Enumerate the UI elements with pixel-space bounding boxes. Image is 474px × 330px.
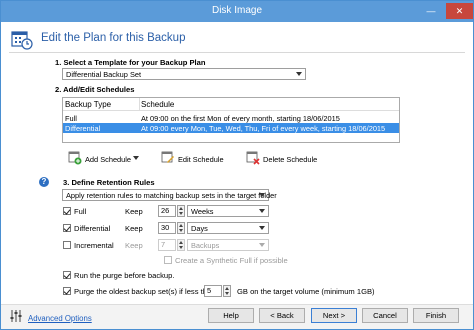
keep-label: Keep — [125, 224, 143, 233]
chevron-down-icon — [259, 226, 265, 230]
purge-gb-suffix: GB on the target volume (minimum 1GB) — [237, 287, 375, 296]
chevron-down-icon — [259, 193, 265, 197]
purge-gb-stepper[interactable] — [223, 285, 231, 297]
full-keep-stepper[interactable] — [177, 205, 185, 217]
table-row[interactable]: Full At 09:00 on the first Mon of every … — [63, 113, 399, 123]
incremental-unit-dropdown[interactable]: Backups — [187, 239, 269, 251]
column-header-type[interactable]: Backup Type — [65, 100, 111, 109]
add-calendar-icon — [68, 151, 82, 165]
cancel-button[interactable]: Cancel — [362, 308, 408, 323]
incremental-unit-value: Backups — [191, 241, 220, 250]
close-button[interactable]: ✕ — [446, 3, 473, 19]
chevron-down-icon[interactable] — [133, 156, 139, 160]
advanced-options-link[interactable]: Advanced Options — [28, 314, 92, 323]
next-button[interactable]: Next > — [311, 308, 357, 323]
keep-label: Keep — [125, 207, 143, 216]
minimize-button[interactable]: — — [420, 3, 442, 19]
table-row-selected[interactable]: Differential At 09:00 every Mon, Tue, We… — [63, 123, 399, 133]
row-schedule: At 09:00 every Mon, Tue, Wed, Thu, Fri o… — [141, 124, 386, 133]
differential-checkbox[interactable] — [63, 224, 71, 232]
purge-gb-input[interactable]: 5 — [204, 285, 222, 297]
calendar-icon — [11, 31, 33, 50]
help-button[interactable]: Help — [208, 308, 254, 323]
add-schedule-button[interactable]: Add Schedule — [68, 150, 146, 166]
row-type: Full — [65, 114, 77, 123]
full-unit-value: Weeks — [191, 207, 214, 216]
template-value: Differential Backup Set — [66, 70, 142, 79]
edit-calendar-icon — [161, 151, 174, 163]
column-header-schedule[interactable]: Schedule — [141, 100, 174, 109]
chevron-down-icon — [296, 72, 302, 76]
column-divider[interactable] — [139, 98, 140, 110]
page-title: Edit the Plan for this Backup — [41, 32, 186, 44]
chevron-down-icon — [259, 209, 265, 213]
delete-schedule-button[interactable]: Delete Schedule — [246, 150, 318, 166]
template-dropdown[interactable]: Differential Backup Set — [62, 68, 306, 80]
differential-unit-dropdown[interactable]: Days — [187, 222, 269, 234]
differential-keep-input[interactable]: 30 — [158, 222, 176, 234]
purge-oldest-checkbox[interactable] — [63, 287, 71, 295]
purge-before-checkbox[interactable] — [63, 271, 71, 279]
purge-oldest-label: Purge the oldest backup set(s) if less t… — [74, 287, 216, 296]
synthetic-full-label: Create a Synthetic Full if possible — [175, 256, 288, 265]
edit-schedule-label: Edit Schedule — [178, 155, 224, 164]
row-type: Differential — [65, 124, 101, 133]
section1-label: 1. Select a Template for your Backup Pla… — [55, 58, 206, 67]
full-checkbox[interactable] — [63, 207, 71, 215]
retention-policy-value: Apply retention rules to matching backup… — [66, 191, 277, 200]
schedule-table[interactable]: Backup Type Schedule Full At 09:00 on th… — [62, 97, 400, 143]
chevron-down-icon — [259, 243, 265, 247]
purge-before-label: Run the purge before backup. — [74, 271, 175, 280]
finish-button[interactable]: Finish — [413, 308, 459, 323]
window-title: Disk Image — [211, 5, 262, 16]
differential-unit-value: Days — [191, 224, 208, 233]
header-divider — [9, 52, 465, 53]
incremental-label: Incremental — [74, 241, 114, 250]
synthetic-full-checkbox[interactable] — [164, 256, 172, 264]
back-button[interactable]: < Back — [259, 308, 305, 323]
sliders-icon[interactable] — [10, 310, 22, 322]
section2-label: 2. Add/Edit Schedules — [55, 85, 135, 94]
title-bar[interactable]: Disk Image — ✕ — [1, 1, 473, 22]
incremental-keep-input[interactable]: 7 — [158, 239, 176, 251]
add-schedule-label: Add Schedule — [85, 155, 132, 164]
section3-label: 3. Define Retention Rules — [63, 178, 155, 187]
delete-schedule-label: Delete Schedule — [263, 155, 318, 164]
disk-image-dialog: Disk Image — ✕ Edit the Plan for this Ba… — [0, 0, 474, 330]
full-keep-input[interactable]: 26 — [158, 205, 176, 217]
differential-label: Differential — [74, 224, 111, 233]
keep-label: Keep — [125, 241, 143, 250]
differential-keep-stepper[interactable] — [177, 222, 185, 234]
table-header: Backup Type Schedule — [63, 98, 399, 111]
full-unit-dropdown[interactable]: Weeks — [187, 205, 269, 217]
delete-calendar-icon — [246, 151, 260, 165]
help-icon[interactable]: ? — [39, 177, 49, 187]
row-schedule: At 09:00 on the first Mon of every month… — [141, 114, 340, 123]
edit-schedule-button[interactable]: Edit Schedule — [161, 150, 224, 166]
incremental-checkbox[interactable] — [63, 241, 71, 249]
incremental-keep-stepper[interactable] — [177, 239, 185, 251]
retention-policy-dropdown[interactable]: Apply retention rules to matching backup… — [62, 189, 277, 201]
full-label: Full — [74, 207, 87, 216]
